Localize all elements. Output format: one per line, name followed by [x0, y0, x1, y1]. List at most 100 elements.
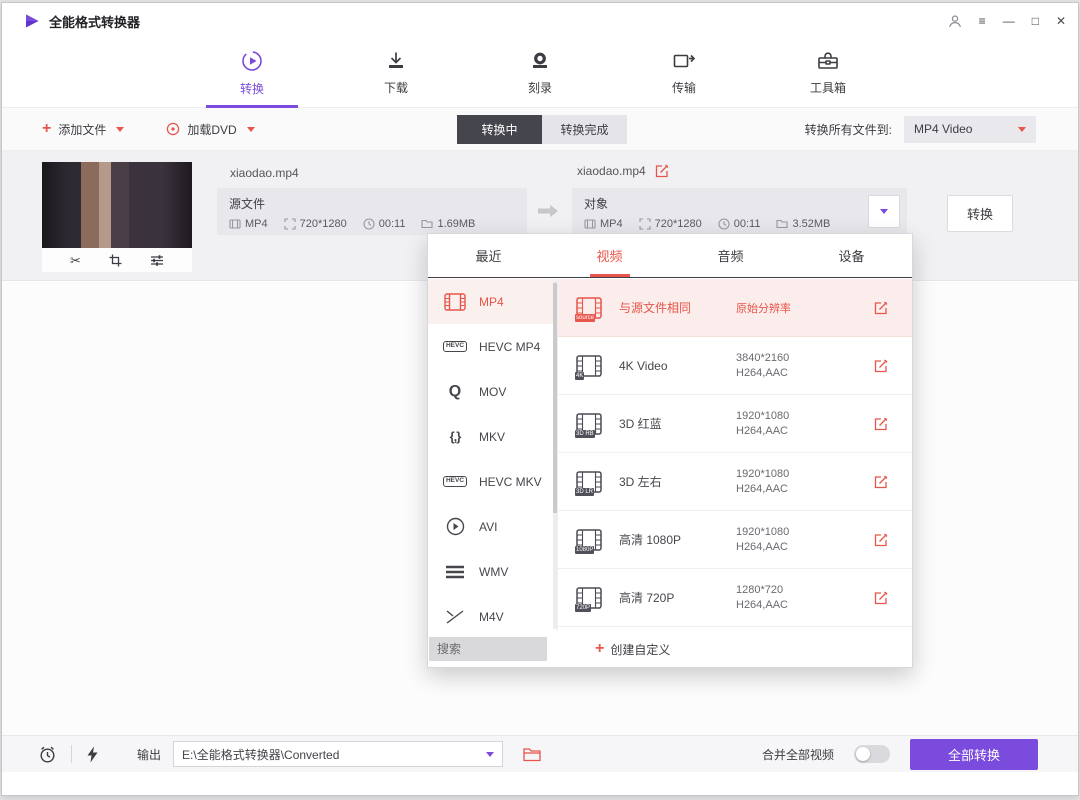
format-item-avi[interactable]: AVI [428, 504, 557, 549]
merge-videos-toggle[interactable] [854, 745, 890, 763]
format-item-hevc-mkv[interactable]: HEVC HEVC MKV [428, 459, 557, 504]
chevron-down-icon [116, 127, 124, 132]
format-item-wmv[interactable]: WMV [428, 549, 557, 594]
nav-tab-label: 工具箱 [810, 79, 846, 96]
convert-all-button[interactable]: 全部转换 [910, 739, 1038, 770]
preset-badge: 3D RB [575, 430, 595, 438]
convert-all-to-label: 转换所有文件到: [805, 121, 892, 138]
plus-icon: + [595, 641, 604, 657]
format-item-mp4[interactable]: MP4 [428, 279, 557, 324]
source-info-panel: 源文件 MP4 720*1280 00:11 1.69MB [217, 188, 527, 235]
format-search-input[interactable] [429, 637, 547, 661]
format-item-mov[interactable]: Q MOV [428, 369, 557, 414]
target-format-dropdown-button[interactable] [868, 195, 900, 228]
format-item-m4v[interactable]: M4V [428, 594, 557, 631]
open-folder-icon[interactable] [523, 747, 541, 762]
source-file-name: xiaodao.mp4 [230, 166, 299, 180]
edit-preset-icon[interactable] [874, 301, 888, 315]
menu-icon[interactable]: ≡ [979, 15, 986, 27]
nav-tab-convert[interactable]: 转换 [204, 39, 300, 107]
conversion-arrow-icon [536, 202, 560, 220]
preset-same-as-source[interactable]: source 与源文件相同 原始分辨率 [558, 279, 912, 337]
target-file-name: xiaodao.mp4 [577, 164, 646, 178]
format-item-mkv[interactable]: {,} MKV [428, 414, 557, 459]
nav-tab-download[interactable]: 下载 [348, 39, 444, 107]
edit-preset-icon[interactable] [874, 359, 888, 373]
source-panel-title: 源文件 [229, 195, 515, 212]
tab-video[interactable]: 视频 [549, 234, 670, 277]
preset-resolution: 3840*2160 [736, 352, 789, 364]
tab-device[interactable]: 设备 [791, 234, 912, 277]
close-button[interactable]: ✕ [1056, 15, 1066, 27]
preset-resolution: 1920*1080 [736, 410, 789, 422]
edit-preset-icon[interactable] [874, 533, 888, 547]
format-icon [229, 218, 241, 230]
nav-tab-burn[interactable]: 刻录 [492, 39, 588, 107]
chevron-down-icon[interactable] [486, 752, 494, 757]
preset-codec: H264,AAC [736, 367, 789, 379]
output-path-dropdown [173, 741, 503, 767]
preset-3d-red-blue[interactable]: 3D RB 3D 红蓝 1920*1080 H264,AAC [558, 395, 912, 453]
edit-target-name-icon[interactable] [655, 164, 669, 178]
divider [71, 745, 72, 763]
toolbar: + 添加文件 加载DVD 转换中 转换完成 转换所有文件到: MP4 Video [2, 108, 1078, 151]
nav-tab-label: 传输 [672, 79, 696, 96]
format-picker-popup: 最近 视频 音频 设备 MP4 HEVC HEVC MP4 Q [427, 233, 913, 668]
schedule-clock-icon[interactable] [38, 745, 57, 764]
preset-resolution: 1920*1080 [736, 526, 789, 538]
tab-audio[interactable]: 音频 [670, 234, 791, 277]
edit-preset-icon[interactable] [874, 591, 888, 605]
account-icon[interactable] [948, 14, 962, 28]
filesize-icon [421, 218, 433, 230]
bottom-bar: 输出 合并全部视频 全部转换 [2, 735, 1078, 772]
quicktime-icon: Q [442, 381, 468, 403]
format-label: HEVC MKV [479, 475, 542, 489]
output-path-input[interactable] [174, 747, 486, 761]
tab-recent[interactable]: 最近 [428, 234, 549, 277]
format-item-hevc-mp4[interactable]: HEVC HEVC MP4 [428, 324, 557, 369]
nav-tab-transfer[interactable]: 传输 [636, 39, 732, 107]
effects-sliders-icon[interactable] [150, 254, 164, 267]
edit-preset-icon[interactable] [874, 417, 888, 431]
nav-tab-toolbox[interactable]: 工具箱 [780, 39, 876, 107]
create-custom-label: 创建自定义 [610, 641, 670, 658]
crop-icon[interactable] [109, 254, 122, 267]
preset-name: 与源文件相同 [619, 299, 691, 316]
convert-row-button[interactable]: 转换 [947, 195, 1013, 232]
format-list-scrollbar[interactable] [553, 281, 557, 629]
preset-film-icon: source [576, 297, 606, 319]
film-icon [442, 291, 468, 313]
output-label: 输出 [137, 746, 161, 763]
source-format: MP4 [245, 218, 268, 230]
tab-completed[interactable]: 转换完成 [542, 115, 627, 144]
tab-converting[interactable]: 转换中 [457, 115, 542, 144]
video-thumbnail [42, 162, 192, 248]
duration-icon [363, 218, 375, 230]
preset-name: 4K Video [619, 359, 668, 373]
target-resolution: 720*1280 [655, 218, 702, 230]
maximize-button[interactable]: □ [1032, 15, 1039, 27]
target-info-panel: 对象 MP4 720*1280 00:11 3.52MB [572, 188, 907, 235]
add-file-button[interactable]: + 添加文件 [42, 121, 124, 138]
format-label: MOV [479, 385, 506, 399]
preset-name: 3D 左右 [619, 473, 662, 490]
preset-hd-1080p[interactable]: 1080P 高清 1080P 1920*1080 H264,AAC [558, 511, 912, 569]
preset-3d-side-by-side[interactable]: 3D LR 3D 左右 1920*1080 H264,AAC [558, 453, 912, 511]
preset-film-icon: 720P [576, 587, 606, 609]
thumbnail-toolbar: ✂ [42, 248, 192, 272]
trim-scissors-icon[interactable]: ✂ [70, 254, 81, 267]
film-icon [442, 606, 468, 628]
global-output-format-dropdown[interactable]: MP4 Video [904, 116, 1036, 143]
minimize-button[interactable]: — [1003, 15, 1015, 27]
hevc-badge-icon: HEVC [442, 471, 468, 493]
load-dvd-button[interactable]: 加载DVD [166, 121, 254, 138]
high-speed-bolt-icon[interactable] [86, 746, 99, 763]
convert-icon [240, 49, 264, 73]
create-custom-button[interactable]: + 创建自定义 [595, 641, 670, 658]
preset-film-icon: 3D LR [576, 471, 606, 493]
preset-hd-720p[interactable]: 720P 高清 720P 1280*720 H264,AAC [558, 569, 912, 627]
preset-4k-video[interactable]: 4K 4K Video 3840*2160 H264,AAC [558, 337, 912, 395]
edit-preset-icon[interactable] [874, 475, 888, 489]
plus-icon: + [42, 121, 51, 137]
preset-film-icon: 1080P [576, 529, 606, 551]
